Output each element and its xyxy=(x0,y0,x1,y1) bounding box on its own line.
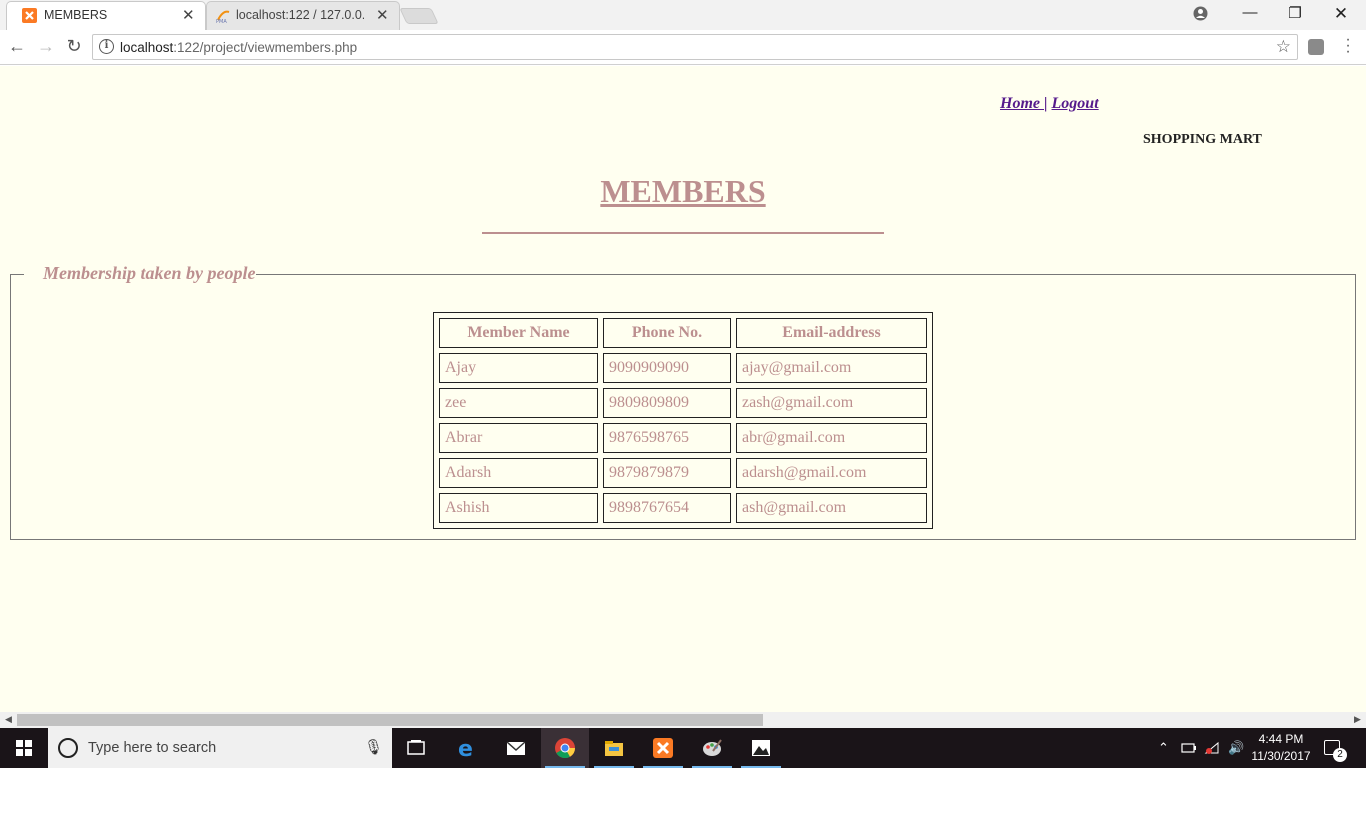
notification-badge: 2 xyxy=(1333,748,1347,762)
nav-separator: | xyxy=(1044,95,1052,112)
search-placeholder: Type here to search xyxy=(88,740,217,756)
paint-icon[interactable] xyxy=(688,728,736,768)
taskbar-clock[interactable]: 4:44 PM 11/30/2017 xyxy=(1246,731,1316,765)
email-cell: zash@gmail.com xyxy=(736,388,927,418)
tab-title: localhost:122 / 127.0.0.1 xyxy=(236,8,364,22)
table-row: zee 9809809809 zash@gmail.com xyxy=(439,388,927,418)
task-view-icon[interactable] xyxy=(392,728,440,768)
xampp-icon[interactable] xyxy=(639,728,687,768)
member-name-cell: Ajay xyxy=(439,353,598,383)
network-disconnected-icon[interactable] xyxy=(1204,741,1220,755)
page-viewport: Home | Logout SHOPPING MART MEMBERS Memb… xyxy=(0,66,1366,712)
member-name-cell: Ashish xyxy=(439,493,598,523)
horizontal-scrollbar[interactable]: ◀ ▶ xyxy=(0,712,1366,728)
member-name-cell: Adarsh xyxy=(439,458,598,488)
phone-cell: 9876598765 xyxy=(603,423,731,453)
members-table: Member Name Phone No. Email-address Ajay… xyxy=(433,312,933,529)
table-row: Ashish 9898767654 ash@gmail.com xyxy=(439,493,927,523)
forward-icon[interactable]: → xyxy=(35,36,57,57)
chrome-icon[interactable] xyxy=(541,728,589,768)
windows-logo-icon xyxy=(16,740,32,756)
email-cell: ajay@gmail.com xyxy=(736,353,927,383)
taskbar-search[interactable]: Type here to search 🎙 xyxy=(48,728,392,768)
bookmark-star-icon[interactable]: ☆ xyxy=(1276,37,1291,57)
phone-cell: 9809809809 xyxy=(603,388,731,418)
microphone-icon[interactable]: 🎙 xyxy=(364,738,383,756)
phone-cell: 9090909090 xyxy=(603,353,731,383)
member-name-cell: zee xyxy=(439,388,598,418)
column-header: Member Name xyxy=(439,318,598,348)
site-info-icon[interactable]: i xyxy=(99,39,114,54)
tab-phpmyadmin[interactable]: PMA localhost:122 / 127.0.0.1 ✕ xyxy=(206,1,400,30)
logout-link[interactable]: Logout xyxy=(1052,95,1099,112)
windows-taskbar: Type here to search 🎙 e ⌃ 🔊 4:44 PM 11/3… xyxy=(0,728,1366,768)
file-explorer-icon[interactable] xyxy=(590,728,638,768)
minimize-icon[interactable]: — xyxy=(1240,4,1260,21)
start-button[interactable] xyxy=(0,728,48,768)
tab-title: MEMBERS xyxy=(44,8,108,22)
svg-text:e: e xyxy=(458,737,473,759)
member-name-cell: Abrar xyxy=(439,423,598,453)
browser-tab-bar: MEMBERS ✕ PMA localhost:122 / 127.0.0.1 … xyxy=(0,0,1366,30)
mail-icon[interactable] xyxy=(492,728,540,768)
address-bar[interactable]: i localhost:122/project/viewmembers.php … xyxy=(92,34,1298,60)
back-icon[interactable]: ← xyxy=(6,36,28,57)
table-row: Ajay 9090909090 ajay@gmail.com xyxy=(439,353,927,383)
top-nav: Home | Logout xyxy=(1000,95,1099,113)
fieldset-legend: Membership taken by people xyxy=(24,261,256,287)
battery-icon[interactable] xyxy=(1181,741,1197,755)
scrollbar-thumb[interactable] xyxy=(17,714,763,726)
svg-text:PMA: PMA xyxy=(216,19,227,23)
edge-icon[interactable]: e xyxy=(443,728,491,768)
phpmyadmin-icon: PMA xyxy=(216,10,230,23)
xampp-icon xyxy=(22,8,37,23)
url-text[interactable]: localhost:122/project/viewmembers.php xyxy=(120,40,357,55)
new-tab-button[interactable] xyxy=(399,8,439,24)
clock-date: 11/30/2017 xyxy=(1251,749,1311,763)
home-link[interactable]: Home xyxy=(1000,95,1044,112)
show-hidden-icons-icon[interactable]: ⌃ xyxy=(1158,740,1169,756)
brand-title: SHOPPING MART xyxy=(1143,132,1262,147)
phone-cell: 9898767654 xyxy=(603,493,731,523)
table-row: Adarsh 9879879879 adarsh@gmail.com xyxy=(439,458,927,488)
reload-icon[interactable]: ↻ xyxy=(63,36,85,57)
scroll-left-icon[interactable]: ◀ xyxy=(5,714,12,725)
photos-icon[interactable] xyxy=(737,728,785,768)
cortana-icon xyxy=(58,738,78,758)
extension-icon[interactable] xyxy=(1308,39,1324,55)
heading-divider xyxy=(482,232,884,234)
scroll-right-icon[interactable]: ▶ xyxy=(1354,714,1361,725)
email-cell: adarsh@gmail.com xyxy=(736,458,927,488)
url-path: :122/project/viewmembers.php xyxy=(173,40,358,55)
tab-close-icon[interactable]: ✕ xyxy=(182,6,195,24)
email-cell: abr@gmail.com xyxy=(736,423,927,453)
close-window-icon[interactable]: ✕ xyxy=(1331,4,1351,24)
restore-icon[interactable]: ❐ xyxy=(1285,4,1305,22)
column-header: Phone No. xyxy=(603,318,731,348)
email-cell: ash@gmail.com xyxy=(736,493,927,523)
url-host: localhost xyxy=(120,40,174,55)
tab-close-icon[interactable]: ✕ xyxy=(376,6,389,24)
column-header: Email-address xyxy=(736,318,927,348)
blank-area xyxy=(0,768,1366,815)
phone-cell: 9879879879 xyxy=(603,458,731,488)
profile-icon[interactable] xyxy=(1193,6,1208,21)
tab-members[interactable]: MEMBERS ✕ xyxy=(6,1,206,30)
volume-icon[interactable]: 🔊 xyxy=(1228,740,1244,756)
table-header-row: Member Name Phone No. Email-address xyxy=(439,318,927,348)
browser-toolbar: ← → ↻ i localhost:122/project/viewmember… xyxy=(0,30,1366,65)
clock-time: 4:44 PM xyxy=(1258,732,1304,746)
browser-menu-icon[interactable]: · · · xyxy=(1342,32,1354,60)
page-title: MEMBERS xyxy=(600,173,766,209)
table-row: Abrar 9876598765 abr@gmail.com xyxy=(439,423,927,453)
